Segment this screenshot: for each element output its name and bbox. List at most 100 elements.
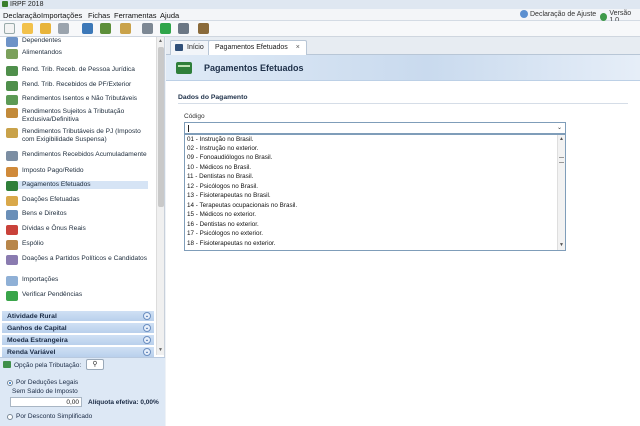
list-item[interactable]: 15 - Médicos no exterior.	[187, 211, 256, 219]
menu-bar: Declaração Importações Fichas Ferramenta…	[0, 9, 640, 24]
search-globe-icon[interactable]	[120, 23, 131, 34]
money-icon	[6, 128, 18, 138]
radio-desconto-simplificado[interactable]	[7, 414, 13, 420]
chevron-down-icon[interactable]: ⌄	[554, 123, 565, 133]
money-icon	[6, 95, 18, 105]
scroll-up-icon[interactable]: ▲	[158, 38, 163, 44]
chevron-down-icon[interactable]: ⌄	[143, 324, 151, 332]
list-item[interactable]: 11 - Dentistas no Brasil.	[187, 173, 253, 181]
list-item[interactable]: 01 - Instrução no Brasil.	[187, 136, 254, 144]
sidebar-item-verificar-pendencias[interactable]: Verificar Pendências	[6, 291, 148, 301]
codigo-dropdown-list[interactable]: 01 - Instrução no Brasil. 02 - Instrução…	[184, 134, 566, 251]
sidebar-item-rend-acumuladamente[interactable]: Rendimentos Recebidos Acumuladamente	[6, 151, 148, 161]
aliquota-efetiva: Alíquota efetiva: 0,00%	[88, 399, 159, 406]
tab-bar: Início Pagamentos Efetuados ×	[166, 37, 640, 55]
scroll-thumb[interactable]	[559, 157, 564, 163]
tax-option-icon	[3, 361, 11, 368]
open-folder-icon[interactable]	[22, 23, 33, 34]
trash-icon[interactable]	[58, 23, 69, 34]
sidebar-item-rend-exclusiva[interactable]: Rendimentos Sujeitos à Tributação Exclus…	[6, 108, 148, 124]
section-ganhos-capital[interactable]: Ganhos de Capital ⌄	[2, 323, 154, 334]
deducoes-legais-label: Por Deduções Legais	[16, 379, 79, 386]
desconto-simplificado-label: Por Desconto Simplificado	[16, 413, 93, 420]
menu-fichas[interactable]: Fichas	[88, 11, 110, 20]
close-icon[interactable]: ×	[296, 44, 300, 51]
sidebar-item-bens-direitos[interactable]: Bens e Direitos	[6, 210, 148, 220]
list-item[interactable]: 13 - Fisioterapeutas no Brasil.	[187, 192, 271, 200]
calculator-icon[interactable]	[178, 23, 189, 34]
book-icon[interactable]	[198, 23, 209, 34]
saldo-label: Sem Saldo de Imposto	[12, 388, 78, 395]
sidebar-item-rend-pf-exterior[interactable]: Rend. Trib. Recebidos de PF/Exterior	[6, 81, 148, 91]
sidebar-item-rend-pj-suspensa[interactable]: Rendimentos Tributáveis de PJ (Imposto c…	[6, 128, 148, 144]
section-moeda-estrangeira[interactable]: Moeda Estrangeira ⌄	[2, 335, 154, 346]
chevron-down-icon[interactable]: ⌄	[143, 336, 151, 344]
declaracao-ajuste-link[interactable]: Declaração de Ajuste	[520, 10, 596, 18]
sidebar-item-rend-pj[interactable]: Rend. Trib. Receb. de Pessoa Jurídica	[6, 66, 148, 76]
sidebar-item-alimentandos[interactable]: Alimentandos	[6, 49, 148, 59]
section-divider	[178, 103, 628, 104]
dropdown-scrollbar[interactable]: ▲ ▼	[557, 135, 565, 250]
folder-icon[interactable]	[40, 23, 51, 34]
tab-inicio[interactable]: Início	[170, 40, 211, 55]
title-bar: IRPF 2018	[0, 0, 640, 9]
section-atividade-rural[interactable]: Atividade Rural ⌄	[2, 311, 154, 322]
tab-pagamentos-efetuados[interactable]: Pagamentos Efetuados ×	[208, 40, 307, 55]
sidebar-scrollbar[interactable]: ▲ ▼	[156, 37, 164, 355]
toolbar	[0, 21, 640, 37]
donation-icon	[6, 196, 18, 206]
money-icon	[6, 81, 18, 91]
window-title: IRPF 2018	[10, 1, 44, 8]
scroll-down-icon[interactable]: ▼	[158, 347, 163, 353]
saldo-value: 0,00	[10, 397, 82, 407]
menu-ajuda[interactable]: Ajuda	[160, 11, 179, 20]
menu-declaracao[interactable]: Declaração	[3, 11, 41, 20]
tax-option-panel: Opção pela Tributação: ⚲ Por Deduções Le…	[0, 357, 165, 426]
check-icon[interactable]	[160, 23, 171, 34]
radio-deducoes-legais[interactable]	[7, 380, 13, 386]
codigo-select[interactable]: ⌄	[184, 122, 566, 134]
document-icon	[6, 151, 18, 161]
sidebar-item-doacoes-partidos[interactable]: Doações a Partidos Políticos e Candidato…	[6, 255, 148, 265]
text-caret	[188, 125, 189, 132]
search-button[interactable]: ⚲	[86, 359, 104, 370]
tax-option-label: Opção pela Tributação:	[14, 362, 82, 369]
payment-card-icon	[176, 62, 192, 74]
scroll-thumb[interactable]	[158, 47, 164, 207]
sidebar-item-dividas[interactable]: Dívidas e Ônus Reais	[6, 225, 148, 235]
receita-icon[interactable]	[100, 23, 111, 34]
sidebar-item-rend-isentos[interactable]: Rendimentos Isentos e Não Tributáveis	[6, 95, 148, 105]
scroll-up-icon[interactable]: ▲	[559, 136, 564, 142]
sidebar-item-pagamentos-efetuados[interactable]: Pagamentos Efetuados	[6, 181, 148, 191]
list-item[interactable]: 14 - Terapeutas ocupacionais no Brasil.	[187, 202, 297, 210]
chevron-down-icon[interactable]: ⌄	[143, 312, 151, 320]
chevron-down-icon[interactable]: ⌄	[143, 348, 151, 356]
list-item[interactable]: 17 - Psicólogos no exterior.	[187, 230, 263, 238]
app-logo-icon	[2, 1, 8, 7]
print-icon[interactable]	[142, 23, 153, 34]
menu-importacoes[interactable]: Importações	[41, 11, 82, 20]
page-title: Pagamentos Efetuados	[204, 63, 304, 73]
sidebar-item-imposto-pago[interactable]: Imposto Pago/Retido	[6, 167, 148, 177]
list-item[interactable]: 16 - Dentistas no exterior.	[187, 221, 259, 229]
estate-icon	[6, 240, 18, 250]
list-item[interactable]: 18 - Fisioterapeutas no exterior.	[187, 240, 276, 248]
search-icon: ⚲	[92, 361, 98, 368]
sidebar-item-doacoes-efetuadas[interactable]: Doações Efetuadas	[6, 196, 148, 206]
list-item[interactable]: 02 - Instrução no exterior.	[187, 145, 258, 153]
list-item[interactable]: 09 - Fonoaudiólogos no Brasil.	[187, 154, 272, 162]
page-banner: Pagamentos Efetuados	[166, 55, 640, 81]
menu-ferramentas[interactable]: Ferramentas	[114, 11, 157, 20]
declaracao-icon	[520, 10, 528, 18]
list-item[interactable]: 12 - Psicólogos no Brasil.	[187, 183, 258, 191]
sidebar-item-espolio[interactable]: Espólio	[6, 240, 148, 250]
new-file-icon[interactable]	[4, 23, 15, 34]
people-icon	[6, 37, 18, 47]
transmit-icon[interactable]	[82, 23, 93, 34]
import-icon	[6, 276, 18, 286]
scroll-down-icon[interactable]: ▼	[559, 242, 564, 248]
sidebar-item-importacoes[interactable]: Importações	[6, 276, 148, 286]
main-content: Início Pagamentos Efetuados × Pagamentos…	[166, 37, 640, 426]
list-item[interactable]: 10 - Médicos no Brasil.	[187, 164, 251, 172]
sidebar-item-dependentes[interactable]: Dependentes	[6, 37, 148, 47]
